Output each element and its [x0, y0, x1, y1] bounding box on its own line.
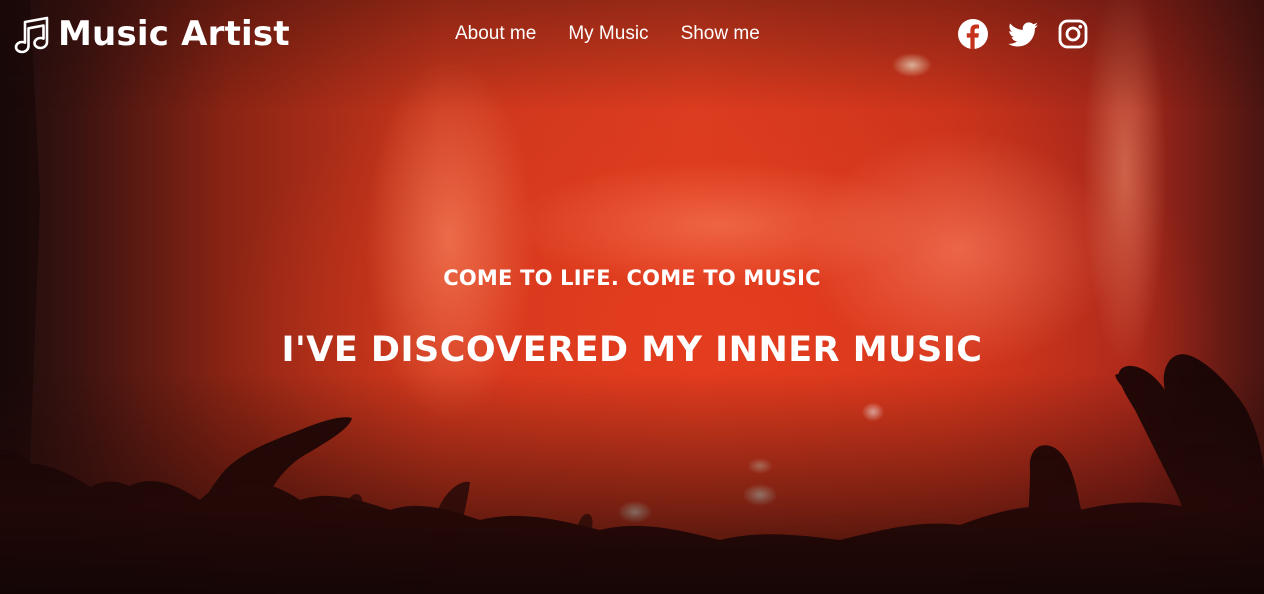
twitter-icon[interactable]: [1007, 18, 1039, 50]
facebook-icon[interactable]: [957, 18, 989, 50]
bottom-vignette: [0, 374, 1264, 594]
social-links: [957, 18, 1089, 50]
main-nav: About me My Music Show me: [455, 21, 760, 47]
brand-logo-link[interactable]: Music Artist: [12, 12, 290, 56]
hero-section: Music Artist About me My Music Show me C…: [0, 0, 1264, 594]
hero-tagline: COME TO LIFE. COME TO MUSIC: [443, 266, 821, 290]
nav-link-show-me[interactable]: Show me: [681, 21, 760, 47]
nav-link-about-me[interactable]: About me: [455, 21, 536, 47]
brand-name: Music Artist: [58, 14, 290, 54]
hero-headline: I'VE DISCOVERED MY INNER MUSIC: [281, 330, 983, 370]
instagram-icon[interactable]: [1057, 18, 1089, 50]
music-note-icon: [12, 14, 52, 54]
nav-link-my-music[interactable]: My Music: [568, 21, 648, 47]
top-navbar: Music Artist About me My Music Show me: [0, 0, 1264, 70]
